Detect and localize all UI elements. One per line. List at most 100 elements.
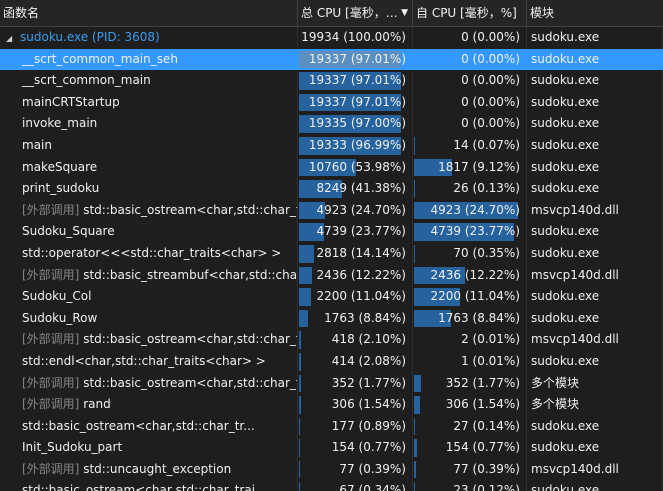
table-row[interactable]: Sudoku_Row 1763 (8.84%) 1763 (8.84%) sudoku… [0, 307, 663, 330]
self-cpu-cell: 0 (0.00%) [413, 91, 527, 114]
self-cpu-value: 70 (0.35%) [453, 245, 520, 260]
self-cpu-bar [414, 482, 415, 491]
total-cpu-bar [299, 374, 301, 393]
function-name-cell: [外部调用] rand [0, 394, 298, 416]
module-cell: sudoku.exe [527, 178, 663, 200]
table-row[interactable]: Sudoku_Square 4739 (23.77%) 4739 (23.77%) s… [0, 221, 663, 243]
self-cpu-cell: 154 (0.77%) [413, 437, 527, 459]
self-cpu-cell: 0 (0.00%) [413, 48, 527, 71]
table-row[interactable]: std::basic_ostream<char,std::char_tr... 1… [0, 415, 663, 438]
function-name: std::basic_ostream<char,std::char_t... [83, 202, 298, 217]
total-cpu-bar [299, 417, 300, 436]
total-cpu-value: 2818 (14.14%) [316, 245, 406, 260]
table-row[interactable]: __scrt_common_main 19337 (97.01%) 0 (0.00%… [0, 70, 663, 92]
module-cell: sudoku.exe [527, 437, 663, 459]
external-call-prefix: [外部调用] [22, 397, 80, 412]
table-row[interactable]: [外部调用] std::basic_ostream<char,std::char… [0, 372, 663, 395]
module-cell: sudoku.exe [527, 113, 663, 135]
self-cpu-value: 0 (0.00%) [461, 73, 520, 88]
total-cpu-value: 19333 (96.99%) [308, 137, 406, 152]
self-cpu-cell: 27 (0.14%) [413, 415, 527, 438]
self-cpu-bar [414, 439, 418, 457]
self-cpu-cell: 2200 (11.04%) [413, 286, 527, 308]
total-cpu-value: 352 (1.77%) [331, 375, 406, 390]
self-cpu-cell: 0 (0.00%) [413, 27, 527, 49]
total-cpu-value: 19934 (100.00%) [301, 30, 406, 44]
total-cpu-cell: 352 (1.77%) [298, 372, 413, 395]
function-name: invoke_main [22, 116, 98, 131]
column-header-self-cpu[interactable]: 自 CPU [毫秒，%] [413, 0, 527, 26]
module-cell: sudoku.exe [527, 415, 663, 438]
self-cpu-cell: 2436 (12.22%) [413, 264, 527, 287]
self-cpu-value: 23 (0.12%) [453, 483, 520, 491]
module-cell: sudoku.exe [527, 480, 663, 491]
sort-descending-icon: ▼ [401, 8, 408, 18]
collapse-triangle-icon[interactable]: ◢ [6, 28, 20, 49]
self-cpu-value: 2200 (11.04%) [430, 289, 520, 304]
self-cpu-value: 1763 (8.84%) [438, 310, 520, 325]
self-cpu-value: 27 (0.14%) [453, 418, 520, 433]
module-cell: 多个模块 [527, 372, 663, 395]
function-name-cell: std::endl<char,std::char_traits<char> > [0, 350, 298, 373]
function-name: main [22, 137, 52, 152]
function-name: std::uncaught_exception [83, 461, 232, 476]
table-row[interactable]: mainCRTStartup 19337 (97.01%) 0 (0.00%) sud… [0, 91, 663, 114]
total-cpu-value: 8249 (41.38%) [316, 181, 406, 196]
table-row[interactable]: invoke_main 19335 (97.00%) 0 (0.00%) sudoku… [0, 113, 663, 135]
table-row[interactable]: [外部调用] std::basic_ostream<char,std::char… [0, 329, 663, 351]
table-row[interactable]: [外部调用] std::basic_ostream<char,std::char… [0, 199, 663, 222]
self-cpu-value: 26 (0.13%) [453, 181, 520, 196]
column-header-module[interactable]: 模块 [527, 0, 663, 26]
table-row[interactable]: makeSquare 10760 (53.98%) 1817 (9.12%) sudo… [0, 156, 663, 179]
table-row[interactable]: Init_Sudoku_part 154 (0.77%) 154 (0.77%) su… [0, 437, 663, 459]
self-cpu-value: 306 (1.54%) [445, 397, 520, 412]
column-header-function-name[interactable]: 函数名 [0, 0, 298, 26]
total-cpu-value: 2200 (11.04%) [316, 289, 406, 304]
external-call-prefix: [外部调用] [22, 267, 80, 282]
self-cpu-bar [414, 460, 416, 479]
self-cpu-value: 2 (0.01%) [461, 332, 520, 347]
self-cpu-value: 0 (0.00%) [461, 51, 520, 66]
external-call-prefix: [外部调用] [22, 461, 80, 476]
table-row[interactable]: print_sudoku 8249 (41.38%) 26 (0.13%) sudok… [0, 178, 663, 200]
table-row[interactable]: ◢ sudoku.exe (PID: 3608) 19934 (100.00%) 0 … [0, 27, 663, 49]
self-cpu-value: 1 (0.01%) [461, 353, 520, 368]
function-name: rand [83, 397, 111, 412]
total-cpu-cell: 306 (1.54%) [298, 394, 413, 416]
table-row[interactable]: std::endl<char,std::char_traits<char> > 4… [0, 350, 663, 373]
column-header-total-cpu[interactable]: 总 CPU [毫秒，… ▼ [298, 0, 413, 26]
function-name-cell: Init_Sudoku_part [0, 437, 298, 459]
total-cpu-value: 306 (1.54%) [331, 397, 406, 412]
table-row[interactable]: Sudoku_Col 2200 (11.04%) 2200 (11.04%) sudo… [0, 286, 663, 308]
total-cpu-value: 2436 (12.22%) [316, 267, 406, 282]
function-name-cell: [外部调用] std::basic_ostream<char,std::char… [0, 199, 298, 222]
table-row[interactable]: main 19333 (96.99%) 14 (0.07%) sudoku.exe [0, 134, 663, 157]
function-name-cell: Sudoku_Row [0, 307, 298, 330]
self-cpu-value: 154 (0.77%) [445, 440, 520, 455]
table-row[interactable]: __scrt_common_main_seh 19337 (97.01%) 0 (0… [0, 48, 663, 71]
function-name-cell: mainCRTStartup [0, 91, 298, 114]
self-cpu-value: 1817 (9.12%) [438, 159, 520, 174]
total-cpu-cell: 10760 (53.98%) [298, 156, 413, 179]
self-cpu-bar [414, 180, 415, 198]
table-row[interactable]: std::operator<<<std::char_traits<char> >… [0, 242, 663, 265]
function-name: std::basic_ostream<char,std::char_tr... [22, 418, 255, 433]
total-cpu-bar [299, 331, 302, 349]
function-name: std::basic_ostream<char,std::char_trai..… [22, 483, 267, 491]
self-cpu-cell: 77 (0.39%) [413, 458, 527, 481]
table-row[interactable]: [外部调用] std::basic_streambuf<char,std::ch… [0, 264, 663, 287]
total-cpu-bar [299, 288, 311, 306]
self-cpu-value: 2436 (12.22%) [430, 267, 520, 282]
total-cpu-cell: 2436 (12.22%) [298, 264, 413, 287]
table-row[interactable]: [外部调用] rand 306 (1.54%) 306 (1.54%) 多个模块 [0, 394, 663, 416]
grid-rows: ◢ sudoku.exe (PID: 3608) 19934 (100.00%) 0 … [0, 27, 663, 491]
self-cpu-value: 352 (1.77%) [445, 375, 520, 390]
total-cpu-value: 19337 (97.01%) [308, 51, 406, 66]
module-cell: sudoku.exe [527, 307, 663, 330]
function-name: std::basic_streambuf<char,std::char... [83, 267, 298, 282]
table-row[interactable]: [外部调用] std::uncaught_exception 77 (0.39%)… [0, 458, 663, 481]
table-row[interactable]: std::basic_ostream<char,std::char_trai..… [0, 480, 663, 491]
function-name: Sudoku_Col [22, 289, 92, 304]
self-cpu-cell: 4739 (23.77%) [413, 221, 527, 243]
total-cpu-value: 4923 (24.70%) [316, 202, 406, 217]
